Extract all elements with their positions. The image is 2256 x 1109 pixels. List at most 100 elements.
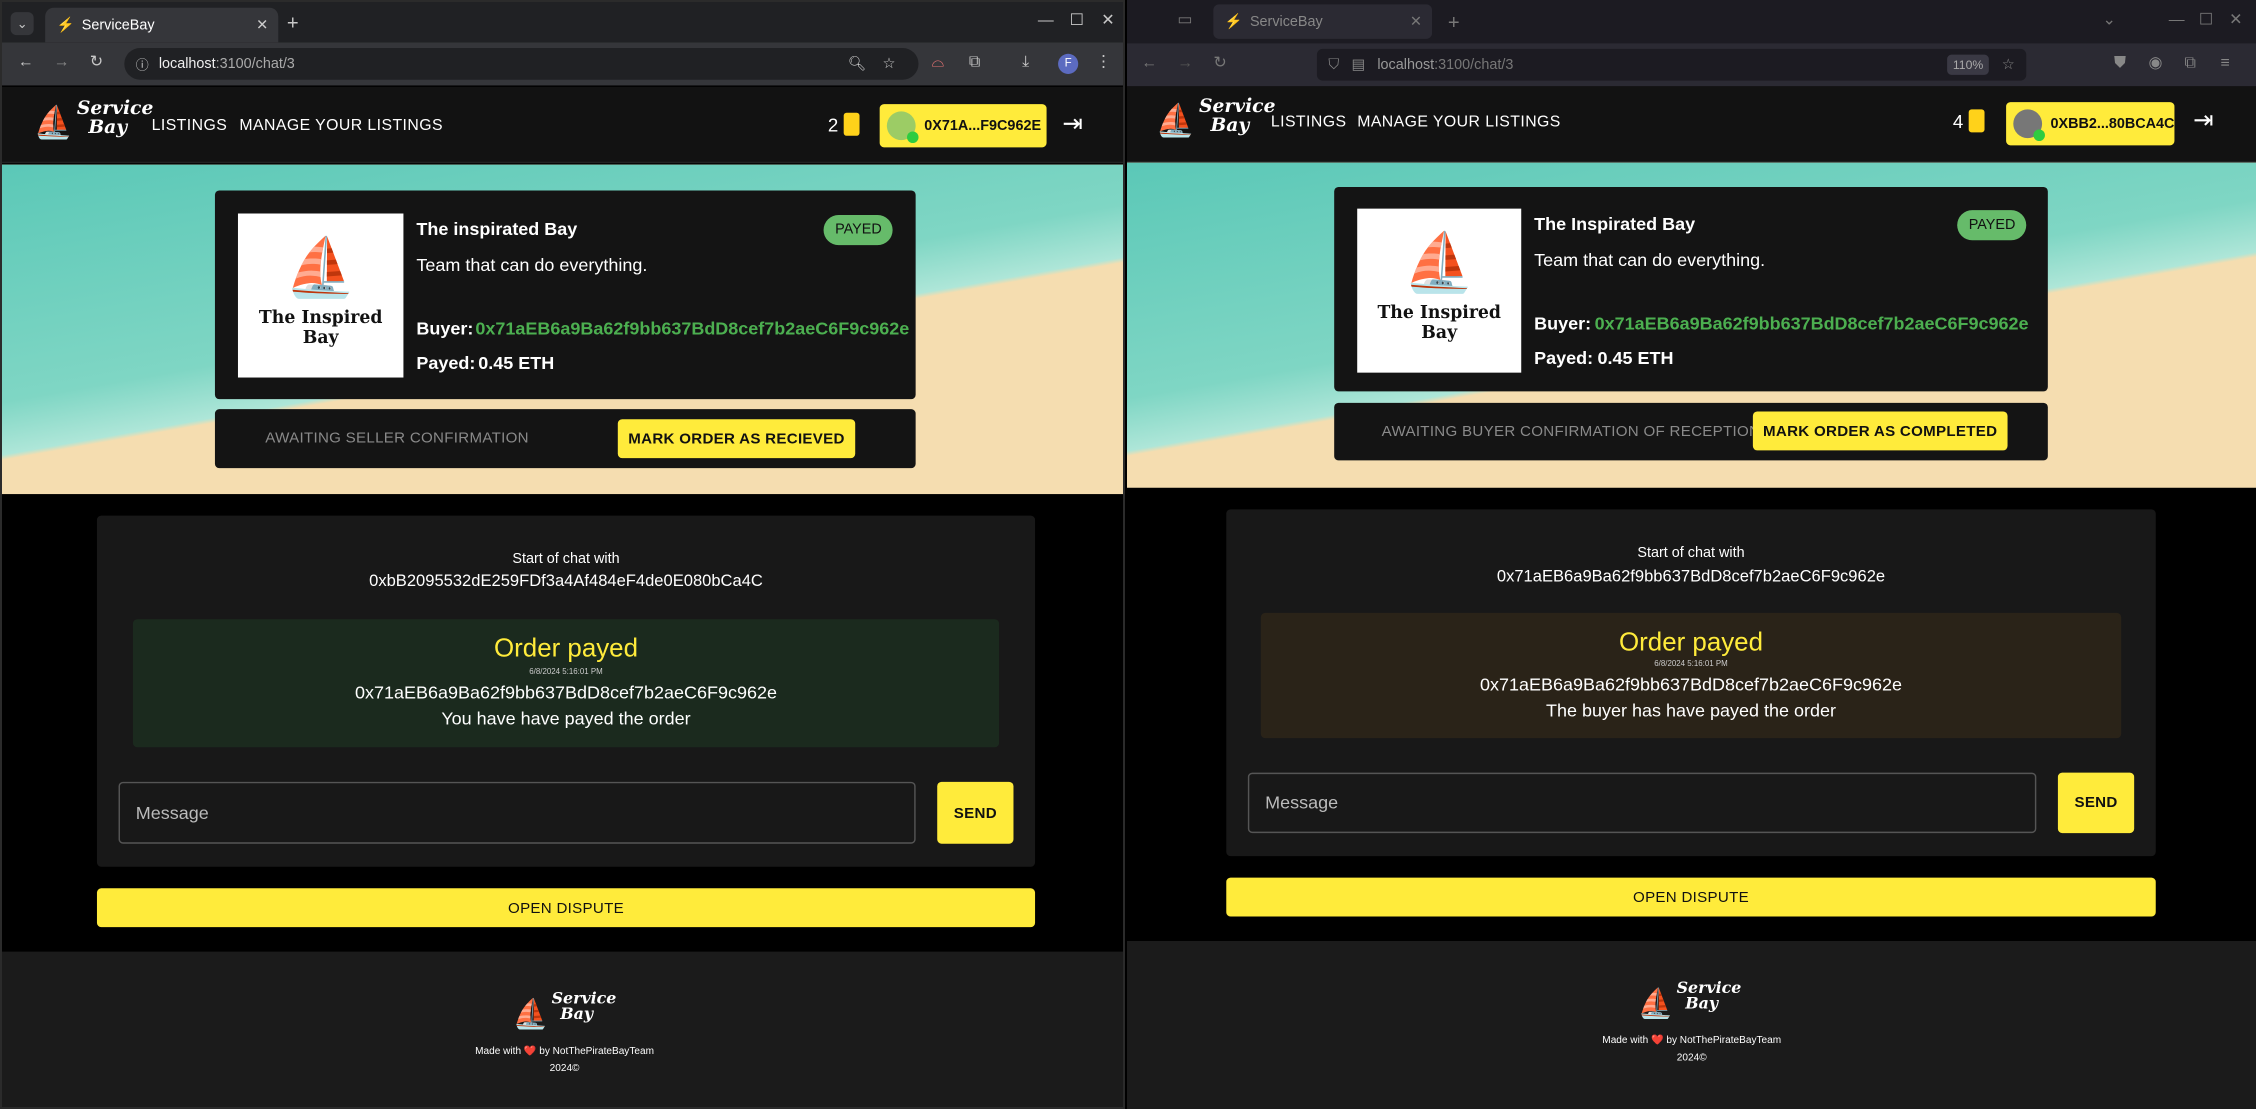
- url-host: localhost: [158, 55, 216, 72]
- chat-start-address: 0x71aEB6a9Ba62f9bb637BdD8cef7b2aeC6F9c96…: [1496, 568, 1886, 586]
- buyer-address: 0x71aEB6a9Ba62f9bb637BdD8cef7b2aeC6F9c96…: [475, 318, 910, 339]
- firefox-toolbar: ← → ↻ ⛉ ▤ localhost:3100/chat/3 110% ☆ ⛊…: [1127, 43, 2256, 87]
- nav-manage-listings[interactable]: MANAGE YOUR LISTINGS: [1357, 114, 1561, 131]
- extensions-icon[interactable]: ⧉: [969, 55, 980, 71]
- chrome-tab[interactable]: ⚡ ServiceBay ✕: [45, 7, 279, 43]
- new-tab-icon[interactable]: +: [1448, 12, 1460, 32]
- ship-icon: ⛵: [1637, 985, 1674, 1021]
- tab-title: ServiceBay: [81, 17, 155, 33]
- listing-description: Team that can do everything.: [1534, 250, 1766, 271]
- url-path: :3100/chat/3: [1434, 56, 1514, 73]
- back-icon[interactable]: ←: [18, 55, 34, 71]
- status-text: AWAITING SELLER CONFIRMATION: [265, 429, 529, 447]
- order-status-bar: AWAITING SELLER CONFIRMATION MARK ORDER …: [214, 409, 916, 469]
- open-dispute-button[interactable]: OPEN DISPUTE: [1226, 877, 2156, 917]
- address-bar[interactable]: ⓘ localhost:3100/chat/3 🔍︎ ☆: [124, 48, 919, 80]
- footer: ⛵ Service Bay Made with ❤️ by NotThePira…: [2, 951, 1123, 1107]
- order-status-bar: AWAITING BUYER CONFIRMATION OF RECEPTION…: [1334, 402, 2048, 461]
- tab-title: ServiceBay: [1249, 13, 1323, 30]
- account-icon[interactable]: ◉: [2149, 55, 2163, 72]
- mark-completed-button[interactable]: MARK ORDER AS COMPLETED: [1752, 411, 2008, 451]
- tab-search-icon[interactable]: ⌄: [10, 12, 34, 36]
- nav-listings[interactable]: LISTINGS: [152, 117, 228, 134]
- minimize-icon[interactable]: —: [1038, 13, 1054, 30]
- forward-icon[interactable]: →: [54, 55, 70, 71]
- listing-image-line1: The Inspired: [258, 307, 383, 328]
- info-icon[interactable]: ⓘ: [136, 55, 149, 74]
- star-icon[interactable]: ☆: [883, 56, 896, 72]
- minimize-icon[interactable]: —: [2169, 12, 2185, 29]
- status-text: AWAITING BUYER CONFIRMATION OF RECEPTION: [1381, 423, 1761, 441]
- new-tab-icon[interactable]: +: [287, 12, 299, 32]
- message-address: 0x71aEB6a9Ba62f9bb637BdD8cef7b2aeC6F9c96…: [355, 682, 777, 703]
- maximize-icon[interactable]: ☐: [2199, 12, 2213, 29]
- lightning-icon: ⚡: [1224, 13, 1243, 30]
- send-button[interactable]: SEND: [2057, 772, 2135, 834]
- open-dispute-button[interactable]: OPEN DISPUTE: [96, 888, 1036, 928]
- firefox-tab[interactable]: ⚡ ServiceBay ✕: [1213, 4, 1433, 39]
- list-tabs-icon[interactable]: ⌄: [2103, 12, 2116, 29]
- address-bar[interactable]: ⛉ ▤ localhost:3100/chat/3 110% ☆: [1316, 48, 2027, 81]
- message-input[interactable]: Message: [118, 781, 916, 844]
- close-tab-icon[interactable]: ✕: [256, 17, 268, 33]
- reload-icon[interactable]: ↻: [90, 55, 103, 71]
- wallet-button[interactable]: 0X71A...F9C962E: [879, 104, 1047, 148]
- listing-image-line2: Bay: [1421, 322, 1458, 343]
- listing-image[interactable]: ⛵ The Inspired Bay: [1357, 208, 1522, 373]
- nav-listings[interactable]: LISTINGS: [1271, 114, 1347, 131]
- hero-banner: ⛵ The Inspired Bay The inspirated Bay PA…: [2, 164, 1123, 495]
- zoom-level[interactable]: 110%: [1947, 54, 1989, 75]
- close-window-icon[interactable]: ✕: [2229, 12, 2242, 29]
- maximize-icon[interactable]: ☐: [1070, 13, 1084, 30]
- back-icon[interactable]: ←: [1141, 55, 1157, 72]
- close-window-icon[interactable]: ✕: [1101, 13, 1114, 30]
- footer-year: 2024©: [1676, 1053, 1707, 1064]
- logout-icon[interactable]: ⇥: [2193, 108, 2214, 132]
- extensions-icon[interactable]: ⧉: [2185, 55, 2196, 72]
- made-with-text: Made with: [475, 1046, 522, 1057]
- token-icon: [843, 112, 860, 136]
- footer: ⛵ Service Bay Made with ❤️ by NotThePira…: [1127, 940, 2256, 1109]
- buyer-address: 0x71aEB6a9Ba62f9bb637BdD8cef7b2aeC6F9c96…: [1594, 313, 2029, 334]
- send-button[interactable]: SEND: [937, 781, 1014, 844]
- message-time: 6/8/2024 5:16:01 PM: [1654, 660, 1728, 670]
- heart-icon: ❤️: [523, 1046, 537, 1057]
- message-input[interactable]: Message: [1247, 772, 2037, 834]
- listing-card: ⛵ The Inspired Bay The Inspirated Bay PA…: [1334, 187, 2048, 392]
- close-tab-icon[interactable]: ✕: [1410, 14, 1422, 30]
- wallet-button[interactable]: 0XBB2...80BCA4C: [2006, 102, 2175, 146]
- lock-icon[interactable]: ▤: [1351, 57, 1365, 73]
- incognito-icon[interactable]: ⌓: [931, 55, 944, 71]
- url-host: localhost: [1377, 56, 1435, 73]
- payed-label: Payed:: [1534, 348, 1594, 369]
- listing-image[interactable]: ⛵ The Inspired Bay: [237, 213, 404, 378]
- menu-icon[interactable]: ≡: [2220, 55, 2229, 72]
- profile-avatar[interactable]: F: [1058, 53, 1079, 74]
- status-badge: PAYED: [1957, 210, 2027, 241]
- reload-icon[interactable]: ↻: [1213, 55, 1226, 72]
- star-icon[interactable]: ☆: [2002, 57, 2015, 73]
- logout-icon[interactable]: ⇥: [1062, 111, 1083, 135]
- menu-icon[interactable]: ⋮: [1095, 55, 1111, 71]
- mark-received-button[interactable]: MARK ORDER AS RECIEVED: [617, 419, 856, 459]
- tab-overview-icon[interactable]: ▭: [1177, 12, 1192, 29]
- message-time: 6/8/2024 5:16:01 PM: [529, 668, 603, 677]
- zoom-icon[interactable]: 🔍︎: [848, 56, 866, 72]
- listing-card: ⛵ The Inspired Bay The inspirated Bay PA…: [214, 190, 916, 400]
- listing-title: The inspirated Bay: [416, 219, 578, 240]
- nav-manage-listings[interactable]: MANAGE YOUR LISTINGS: [239, 117, 443, 134]
- download-icon[interactable]: ⤓: [1022, 55, 1029, 71]
- heart-icon: ❤️: [1651, 1035, 1664, 1047]
- firefox-window: ▭ ⚡ ServiceBay ✕ + ⌄ — ☐ ✕ ← → ↻ ⛉ ▤ loc…: [1127, 0, 2256, 1109]
- footer-logo-line2: Bay: [1685, 994, 1719, 1013]
- pocket-icon[interactable]: ⛊: [2114, 55, 2126, 72]
- status-badge: PAYED: [823, 214, 894, 246]
- payed-value: 0.45 ETH: [478, 353, 555, 374]
- ship-icon: ⛵: [33, 104, 74, 142]
- footer-logo: ⛵ Service Bay: [1637, 980, 1753, 1030]
- forward-icon[interactable]: →: [1177, 55, 1193, 72]
- shield-icon[interactable]: ⛉: [1328, 57, 1339, 73]
- message-title: Order payed: [494, 633, 638, 663]
- listing-description: Team that can do everything.: [416, 255, 648, 276]
- footer-logo-line2: Bay: [560, 1004, 594, 1024]
